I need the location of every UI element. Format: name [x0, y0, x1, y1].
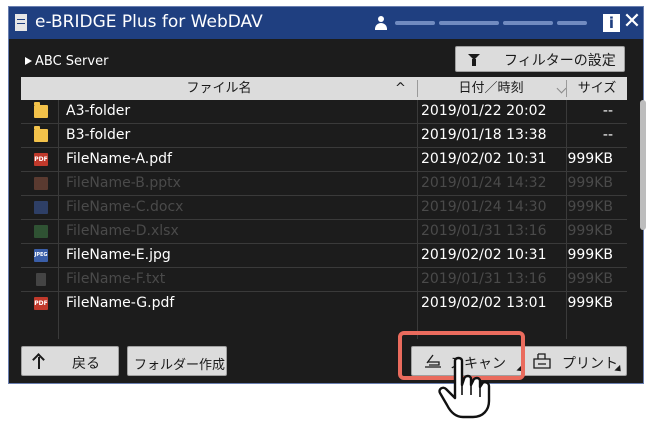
file-size: 999KB: [567, 271, 613, 287]
column-header-name[interactable]: ファイル名: [21, 77, 417, 100]
file-name: FileName-C.docx: [66, 199, 184, 215]
file-name: B3-folder: [66, 127, 131, 143]
window-title: e-BRIDGE Plus for WebDAV: [35, 12, 263, 32]
user-name-field: [393, 17, 593, 29]
back-label: 戻る: [72, 356, 100, 372]
column-header-size[interactable]: サイズ: [567, 77, 627, 100]
file-name: FileName-A.pdf: [66, 151, 172, 167]
file-name: FileName-B.pptx: [66, 175, 181, 191]
close-icon[interactable]: ✕: [621, 9, 643, 35]
file-date: 2019/01/24 14:30: [421, 199, 547, 215]
file-date: 2019/01/31 13:16: [421, 223, 547, 239]
table-scrollbar[interactable]: [640, 100, 646, 230]
up-arrow-icon: [32, 353, 46, 369]
breadcrumb-label: ABC Server: [35, 54, 109, 69]
file-size: 999KB: [567, 223, 613, 239]
table-header: ファイル名 ^ 日付／時刻 サイズ: [21, 77, 627, 100]
pdf-file-icon: PDF: [34, 153, 48, 166]
print-button[interactable]: プリント: [523, 346, 627, 376]
title-bar: e-BRIDGE Plus for WebDAV i ✕: [9, 7, 643, 39]
table-row[interactable]: PDF FileName-A.pdf 2019/02/02 10:31 999K…: [21, 148, 627, 172]
table-row: FileName-D.xlsx 2019/01/31 13:16 999KB: [21, 220, 627, 244]
docx-file-icon: [34, 201, 48, 214]
file-date: 2019/02/02 10:31: [421, 247, 547, 263]
file-date: 2019/01/31 13:16: [421, 271, 547, 287]
xlsx-file-icon: [34, 225, 48, 238]
table-row: FileName-B.pptx 2019/01/24 14:32 999KB: [21, 172, 627, 196]
file-name: FileName-G.pdf: [66, 295, 175, 311]
filter-settings-label: フィルターの設定: [504, 53, 616, 69]
table-row[interactable]: A3-folder 2019/01/22 20:02 --: [21, 100, 627, 124]
file-date: 2019/02/02 10:31: [421, 151, 547, 167]
file-name: A3-folder: [66, 103, 131, 119]
document-icon: [15, 14, 27, 31]
create-folder-label: フォルダー作成: [134, 358, 226, 373]
pptx-file-icon: [34, 177, 48, 190]
file-name: FileName-E.jpg: [66, 247, 171, 263]
user-icon: [375, 16, 387, 30]
file-date: 2019/02/02 13:01: [421, 295, 547, 311]
file-name: FileName-D.xlsx: [66, 223, 179, 239]
file-size: 999KB: [567, 175, 613, 191]
filter-settings-button[interactable]: フィルターの設定: [455, 46, 625, 72]
app-window: e-BRIDGE Plus for WebDAV i ✕ ABC Server …: [8, 6, 646, 384]
table-row[interactable]: JPEG FileName-E.jpg 2019/02/02 10:31 999…: [21, 244, 627, 268]
file-name: FileName-F.txt: [66, 271, 166, 287]
file-date: 2019/01/18 13:38: [421, 127, 547, 143]
txt-file-icon: [36, 273, 46, 286]
breadcrumb-arrow-icon: [25, 57, 32, 65]
table-row: FileName-C.docx 2019/01/24 14:30 999KB: [21, 196, 627, 220]
pdf-file-icon: PDF: [34, 297, 48, 310]
breadcrumb: ABC Server: [25, 54, 108, 69]
info-icon[interactable]: i: [603, 14, 620, 32]
folder-icon: [34, 126, 48, 142]
file-size: 999KB: [567, 199, 613, 215]
file-size: 999KB: [567, 295, 613, 311]
file-date: 2019/01/24 14:32: [421, 175, 547, 191]
file-size: 999KB: [567, 151, 613, 167]
print-label: プリント: [562, 356, 618, 372]
filter-icon: [468, 54, 480, 66]
printer-icon: [533, 353, 551, 369]
file-date: 2019/01/22 20:02: [421, 103, 547, 119]
column-header-date[interactable]: 日付／時刻: [418, 77, 564, 100]
create-folder-button[interactable]: フォルダー作成: [127, 346, 227, 376]
table-row: FileName-F.txt 2019/01/31 13:16 999KB: [21, 268, 627, 292]
file-size: --: [602, 127, 613, 143]
file-size: 999KB: [567, 247, 613, 263]
folder-icon: [34, 102, 48, 118]
sort-ascending-icon[interactable]: ^: [395, 81, 406, 96]
file-table: ファイル名 ^ 日付／時刻 サイズ A3-folder 2019/01/22 2…: [21, 77, 627, 339]
jpeg-file-icon: JPEG: [34, 249, 48, 262]
table-row[interactable]: B3-folder 2019/01/18 13:38 --: [21, 124, 627, 148]
file-size: --: [602, 103, 613, 119]
back-button[interactable]: 戻る: [21, 346, 119, 376]
table-row[interactable]: PDF FileName-G.pdf 2019/02/02 13:01 999K…: [21, 292, 627, 316]
pointing-hand-icon: [438, 356, 491, 419]
